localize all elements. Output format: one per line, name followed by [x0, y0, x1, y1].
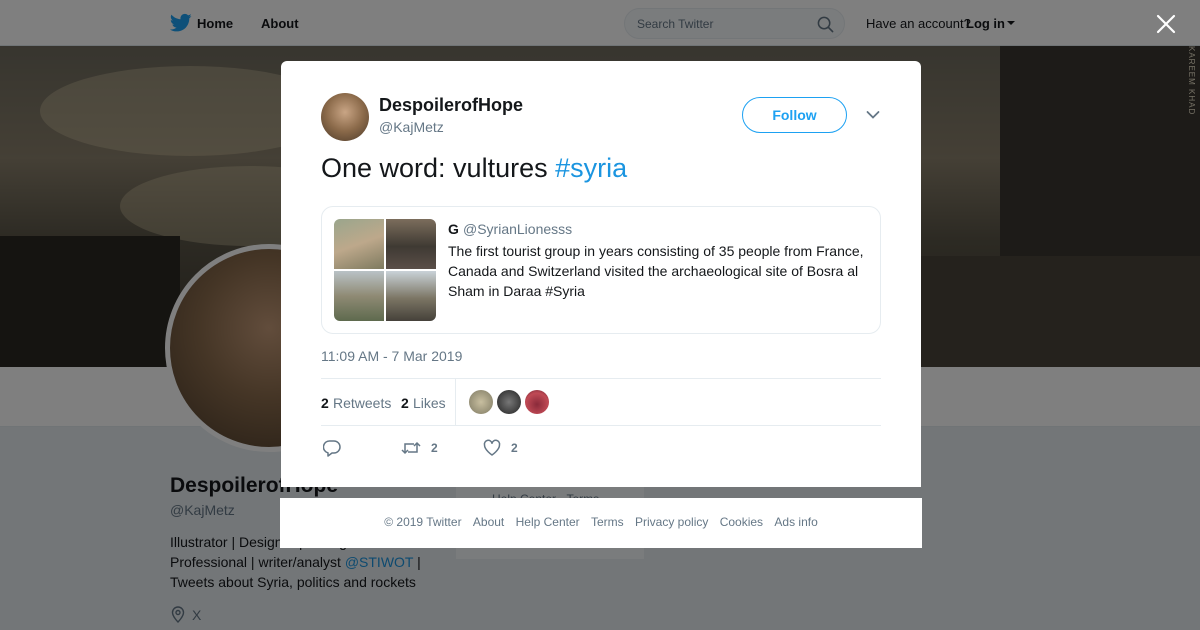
quoted-tweet-image[interactable]: [386, 271, 436, 321]
tweet-text: One word: vultures #syria: [321, 153, 627, 184]
footer-link-ads-info[interactable]: Ads info: [774, 515, 817, 529]
quoted-tweet-image[interactable]: [386, 219, 436, 269]
tweet-author-handle[interactable]: @KajMetz: [379, 119, 444, 135]
footer-link-help-center[interactable]: Help Center: [516, 515, 580, 529]
footer-link-cookies[interactable]: Cookies: [720, 515, 763, 529]
chevron-down-icon[interactable]: [866, 110, 880, 120]
tweet-author-avatar[interactable]: [321, 93, 369, 141]
modal-footer: © 2019 Twitter About Help Center Terms P…: [280, 498, 922, 548]
liker-avatar[interactable]: [525, 390, 549, 414]
likes-label[interactable]: Likes: [413, 395, 446, 411]
likes-count[interactable]: 2: [401, 395, 409, 411]
footer-link-terms[interactable]: Terms: [591, 515, 624, 529]
reply-icon[interactable]: [323, 439, 341, 457]
follow-button[interactable]: Follow: [742, 97, 847, 133]
like-action-count[interactable]: 2: [511, 441, 518, 455]
stats-divider: [455, 379, 456, 425]
footer-copyright: © 2019 Twitter: [384, 515, 462, 529]
retweet-icon[interactable]: [401, 439, 421, 457]
liker-avatar[interactable]: [497, 390, 521, 414]
retweets-count[interactable]: 2: [321, 395, 329, 411]
close-icon[interactable]: [1156, 14, 1176, 34]
quoted-tweet-text: The first tourist group in years consist…: [448, 243, 864, 299]
quoted-author-handle: @SyrianLionesss: [463, 221, 573, 237]
tweet-author-name[interactable]: DespoilerofHope: [379, 95, 523, 116]
quoted-tweet-image[interactable]: [334, 271, 384, 321]
tweet-actions: 2 2: [321, 437, 881, 461]
tweet-stats: 2 Retweets 2 Likes: [321, 378, 881, 426]
quoted-author-name: G: [448, 221, 459, 237]
retweets-label[interactable]: Retweets: [333, 395, 391, 411]
tweet-modal: DespoilerofHope @KajMetz Follow One word…: [281, 61, 921, 487]
footer-link-about[interactable]: About: [473, 515, 504, 529]
heart-icon[interactable]: [483, 439, 501, 457]
footer-links: © 2019 Twitter About Help Center Terms P…: [280, 515, 922, 529]
hashtag-link[interactable]: #syria: [555, 153, 627, 183]
retweet-action-count[interactable]: 2: [431, 441, 438, 455]
footer-link-privacy[interactable]: Privacy policy: [635, 515, 708, 529]
tweet-timestamp[interactable]: 11:09 AM - 7 Mar 2019: [321, 348, 462, 364]
quoted-tweet-card[interactable]: G @SyrianLionesss The first tourist grou…: [321, 206, 881, 334]
liker-avatar[interactable]: [469, 390, 493, 414]
quoted-tweet-image[interactable]: [334, 219, 384, 269]
tweet-text-body: One word: vultures: [321, 153, 556, 183]
